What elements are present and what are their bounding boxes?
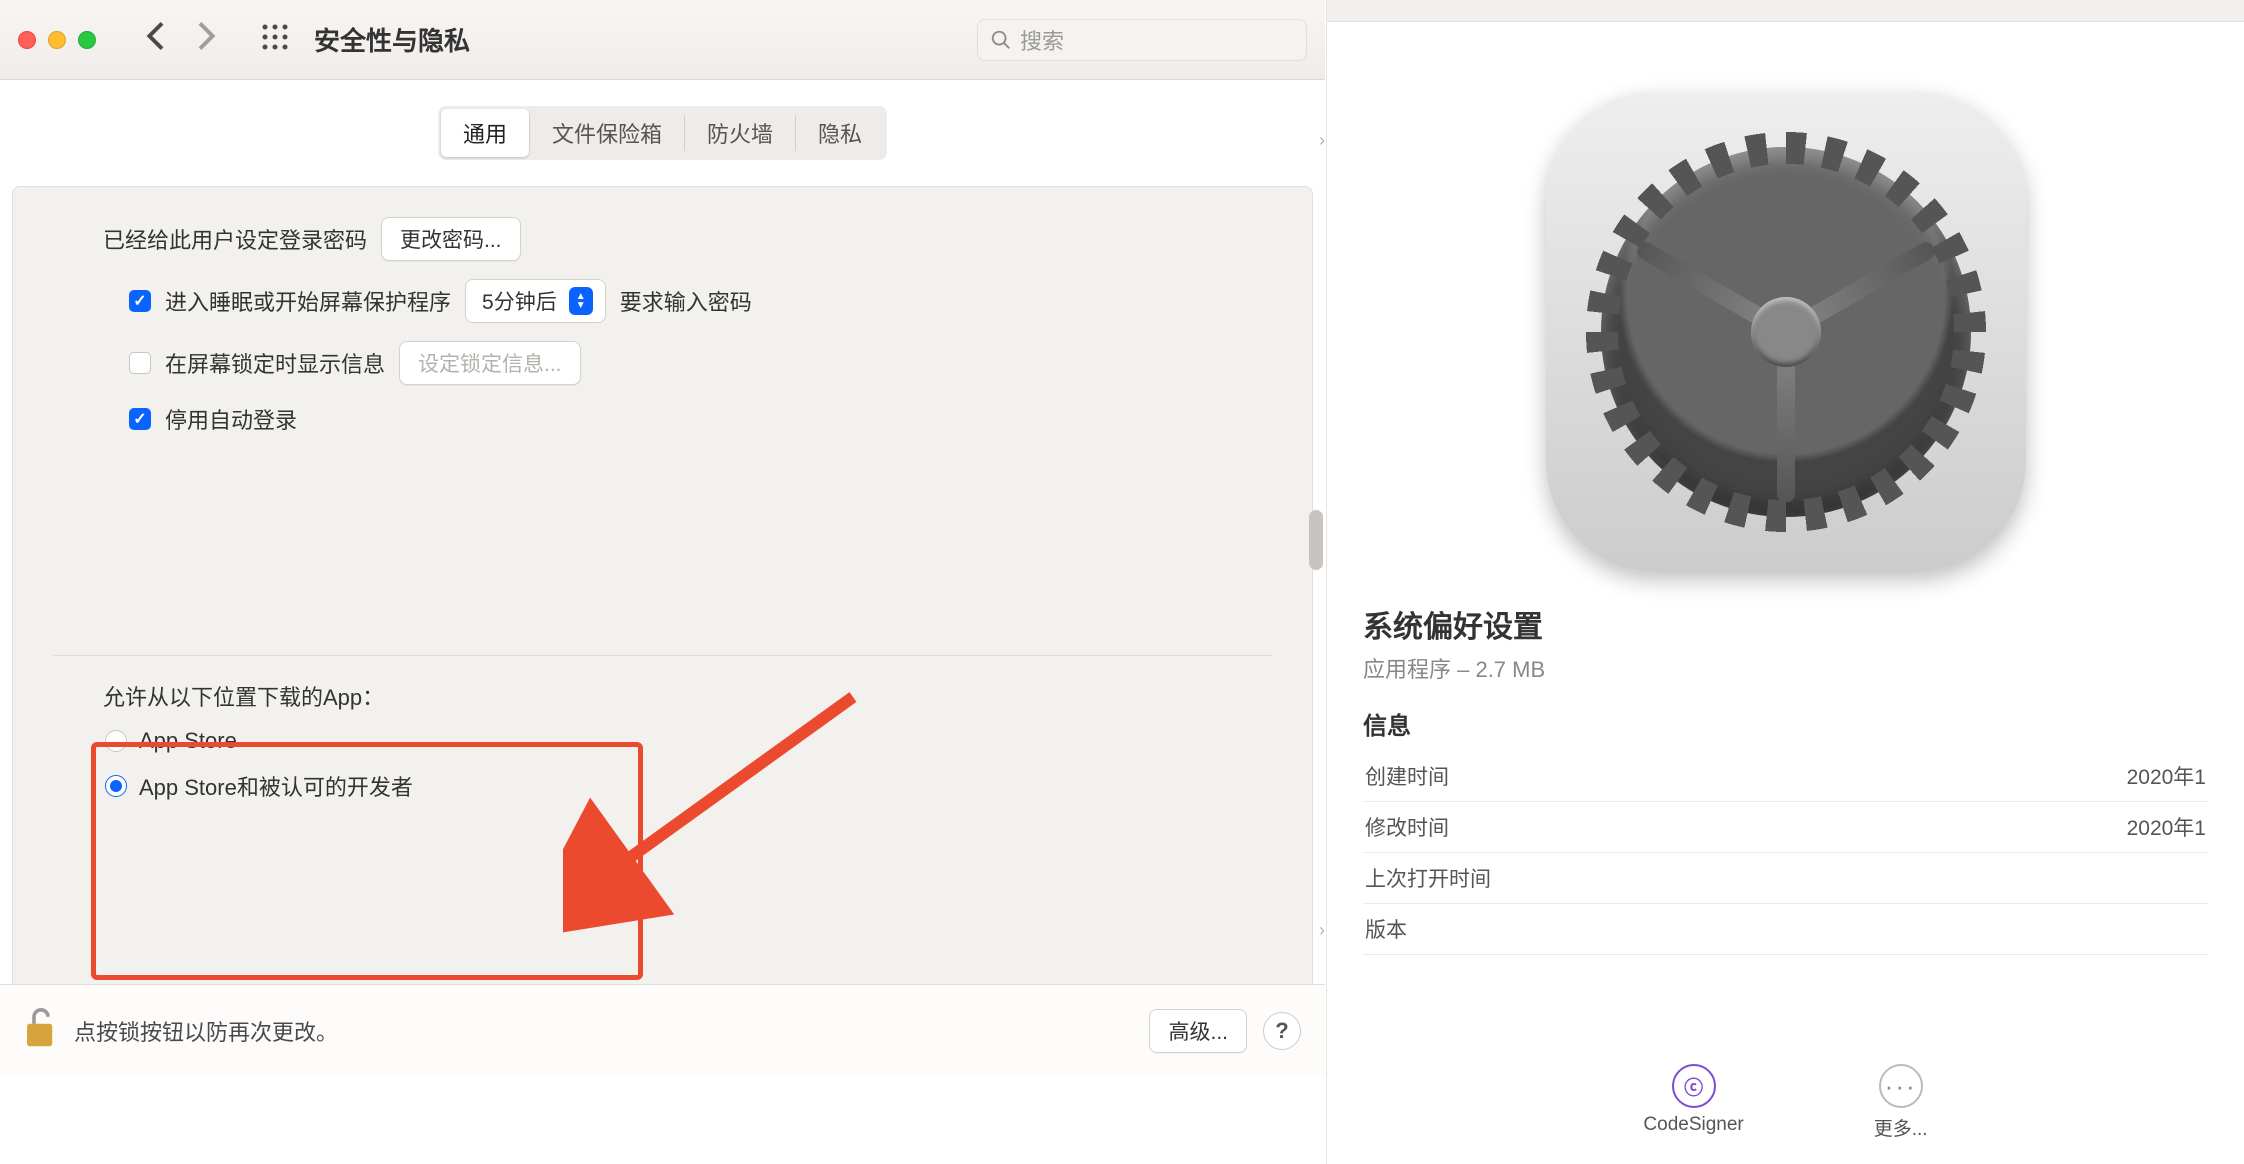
tab-privacy[interactable]: 隐私 [796,109,884,157]
security-privacy-window: 安全性与隐私 搜索 通用 文件保险箱 防火墙 隐私 已经给此用户设定登录密码 更… [0,0,1325,1164]
quick-action-more[interactable]: 更多... [1874,1064,1928,1141]
require-password-prefix: 进入睡眠或开始屏幕保护程序 [165,285,451,317]
disable-autologin-label: 停用自动登录 [165,403,297,435]
version-value [1878,904,2208,955]
finder-toolbar-sliver [1327,0,2244,22]
panel-divider [53,655,1272,656]
created-value: 2020年1 [1878,751,2208,802]
opened-label: 上次打开时间 [1363,853,1878,904]
allow-apps-from-label: 允许从以下位置下载的App： [103,680,384,712]
unlocked-padlock-icon [24,1007,58,1049]
preview-kind-size: 应用程序 – 2.7 MB [1363,652,2208,684]
help-button[interactable]: ? [1263,1012,1301,1050]
prefs-bottom-bar: 点按锁按钮以防再次更改。 高级... ? [0,984,1325,1076]
preview-icon-area [1327,22,2244,572]
annotation-arrow-icon [563,677,883,997]
quick-action-codesigner[interactable]: ⓒ CodeSigner [1643,1064,1743,1136]
prefs-body: 通用 文件保险箱 防火墙 隐私 已经给此用户设定登录密码 更改密码... 进入睡… [0,80,1325,1076]
row-modified: 修改时间 2020年1 [1363,802,2208,853]
search-placeholder: 搜索 [1020,24,1064,56]
show-lock-message-label: 在屏幕锁定时显示信息 [165,347,385,379]
finder-preview-pane: 系统偏好设置 应用程序 – 2.7 MB 信息 创建时间 2020年1 修改时间… [1326,0,2244,1164]
quick-action-more-label: 更多... [1874,1114,1928,1141]
select-stepper-icon: ▲▼ [569,287,593,315]
more-icon [1879,1064,1923,1108]
search-field[interactable]: 搜索 [977,19,1307,61]
search-icon [990,29,1012,51]
show-lock-message-checkbox[interactable] [129,352,151,374]
require-password-checkbox[interactable] [129,290,151,312]
grid-icon [260,22,290,52]
preview-quick-actions: ⓒ CodeSigner 更多... [1327,1054,2244,1164]
chevron-left-icon [146,22,164,50]
system-preferences-app-icon [1546,92,2026,572]
row-created: 创建时间 2020年1 [1363,751,2208,802]
set-lock-message-button[interactable]: 设定锁定信息... [399,341,581,385]
quick-action-codesigner-label: CodeSigner [1643,1114,1743,1136]
close-window-button[interactable] [18,31,36,49]
advanced-button[interactable]: 高级... [1149,1009,1247,1053]
window-controls [18,31,96,49]
codesigner-icon: ⓒ [1672,1064,1716,1108]
change-password-button[interactable]: 更改密码... [381,217,521,261]
modified-value: 2020年1 [1878,802,2208,853]
prefs-toolbar: 安全性与隐私 搜索 [0,0,1325,80]
version-label: 版本 [1363,904,1878,955]
general-panel: 已经给此用户设定登录密码 更改密码... 进入睡眠或开始屏幕保护程序 5分钟后 … [12,186,1313,1076]
tab-firewall[interactable]: 防火墙 [685,109,795,157]
gear-icon [1601,147,1971,517]
lock-button[interactable] [24,1007,58,1054]
preview-info-header: 信息 [1363,706,2208,741]
row-version: 版本 [1363,904,2208,955]
row-last-opened: 上次打开时间 [1363,853,2208,904]
preview-app-name: 系统偏好设置 [1363,602,2208,646]
chevron-right-icon [198,22,216,50]
preview-metadata: 系统偏好设置 应用程序 – 2.7 MB 信息 创建时间 2020年1 修改时间… [1327,572,2244,955]
require-password-delay-value: 5分钟后 [482,286,557,316]
show-all-prefs-button[interactable] [260,22,290,57]
require-password-delay-select[interactable]: 5分钟后 ▲▼ [465,279,606,323]
minimize-window-button[interactable] [48,31,66,49]
tab-general[interactable]: 通用 [441,109,529,157]
modified-label: 修改时间 [1363,802,1878,853]
preview-info-table: 创建时间 2020年1 修改时间 2020年1 上次打开时间 版本 [1363,751,2208,955]
tab-filevault[interactable]: 文件保险箱 [530,109,684,157]
forward-button[interactable] [190,22,224,57]
lock-hint-text: 点按锁按钮以防再次更改。 [74,1015,338,1047]
back-button[interactable] [138,22,172,57]
disable-autologin-checkbox[interactable] [129,408,151,430]
login-password-set-label: 已经给此用户设定登录密码 [103,223,367,255]
tab-bar: 通用 文件保险箱 防火墙 隐私 [438,106,887,160]
window-title: 安全性与隐私 [314,21,470,58]
opened-value [1878,853,2208,904]
divider-scroll-hint: › › [1305,90,1325,1134]
annotation-highlight-box [91,742,643,980]
require-password-suffix: 要求输入密码 [620,285,752,317]
created-label: 创建时间 [1363,751,1878,802]
zoom-window-button[interactable] [78,31,96,49]
